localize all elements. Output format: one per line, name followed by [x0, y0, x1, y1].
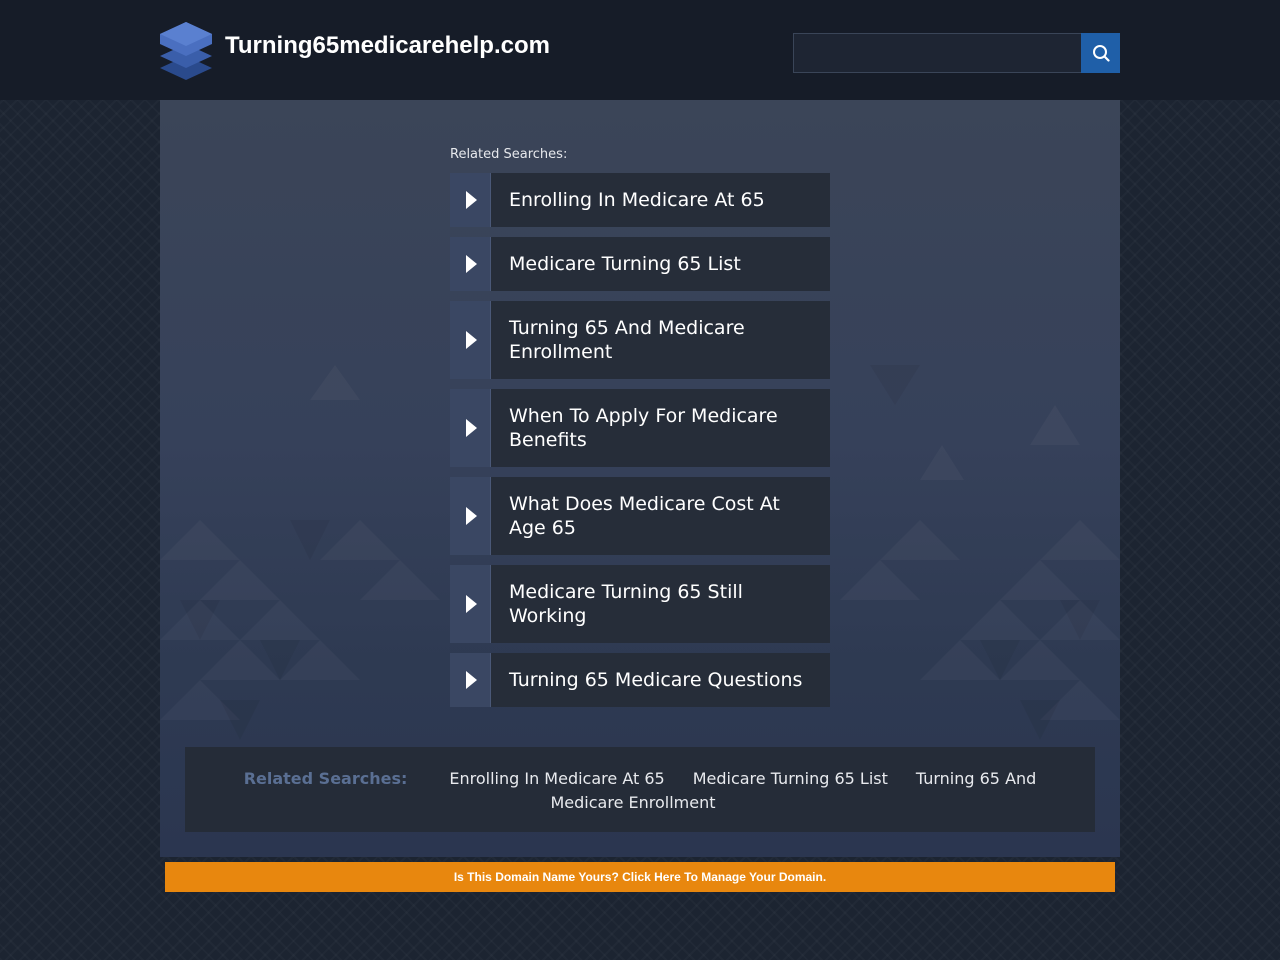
related-link[interactable]: Turning 65 And Medicare Enrollment	[450, 301, 830, 379]
related-link[interactable]: When To Apply For Medicare Benefits	[450, 389, 830, 467]
play-arrow-icon	[450, 477, 491, 555]
play-arrow-icon	[450, 237, 491, 291]
site-title[interactable]: Turning65medicarehelp.com	[225, 32, 550, 60]
related-link[interactable]: What Does Medicare Cost At Age 65	[450, 477, 830, 555]
stacked-layers-icon[interactable]	[158, 20, 214, 82]
related-link-label[interactable]: Medicare Turning 65 Still Working	[491, 565, 830, 643]
search-icon	[1092, 45, 1110, 62]
play-arrow-icon	[450, 565, 491, 643]
manage-domain-link[interactable]: Is This Domain Name Yours? Click Here To…	[454, 870, 826, 884]
play-arrow-icon	[450, 301, 491, 379]
related-link[interactable]: Enrolling In Medicare At 65	[450, 173, 830, 227]
search-button[interactable]	[1081, 33, 1120, 73]
footer-link[interactable]: Medicare Turning 65 List	[693, 769, 888, 788]
play-arrow-icon	[450, 173, 491, 227]
related-link[interactable]: Medicare Turning 65 List	[450, 237, 830, 291]
related-link-label[interactable]: Enrolling In Medicare At 65	[491, 173, 830, 227]
related-link-label[interactable]: When To Apply For Medicare Benefits	[491, 389, 830, 467]
main-panel: Related Searches: Enrolling In Medicare …	[160, 100, 1120, 857]
related-link-label[interactable]: Medicare Turning 65 List	[491, 237, 830, 291]
related-link-label[interactable]: What Does Medicare Cost At Age 65	[491, 477, 830, 555]
search-input[interactable]	[793, 33, 1082, 73]
related-searches-heading: Related Searches:	[450, 147, 568, 162]
footer-link[interactable]: Enrolling In Medicare At 65	[449, 769, 664, 788]
related-link-label[interactable]: Turning 65 Medicare Questions	[491, 653, 830, 707]
related-links-list: Enrolling In Medicare At 65 Medicare Tur…	[450, 173, 830, 717]
top-bar: Turning65medicarehelp.com	[0, 0, 1280, 100]
play-arrow-icon	[450, 389, 491, 467]
manage-domain-banner[interactable]: Is This Domain Name Yours? Click Here To…	[165, 862, 1115, 892]
footer-related-label: Related Searches:	[243, 769, 408, 788]
footer-related-searches: Related Searches: Enrolling In Medicare A…	[185, 747, 1095, 832]
related-link-label[interactable]: Turning 65 And Medicare Enrollment	[491, 301, 830, 379]
play-arrow-icon	[450, 653, 491, 707]
related-link[interactable]: Medicare Turning 65 Still Working	[450, 565, 830, 643]
related-link[interactable]: Turning 65 Medicare Questions	[450, 653, 830, 707]
